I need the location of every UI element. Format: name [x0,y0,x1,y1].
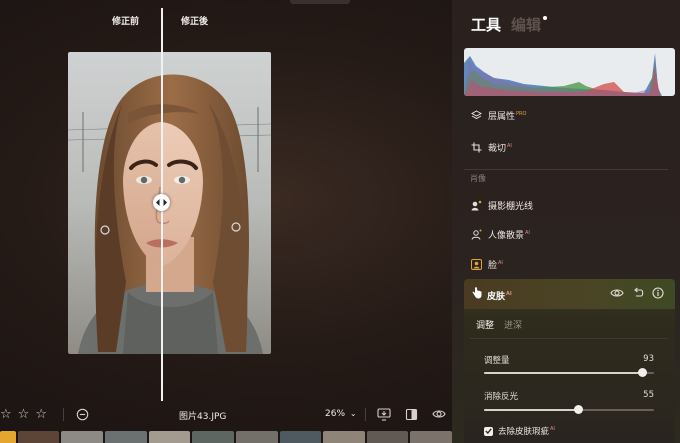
star-icon[interactable]: ☆ [18,407,30,422]
histogram [464,48,675,96]
menu-label: 摄影棚光线 [488,202,534,212]
reset-button[interactable] [633,287,644,302]
star-icon[interactable]: ☆ [35,407,47,422]
compare-split-handle[interactable] [153,194,170,211]
preview-button[interactable] [432,408,446,420]
ai-badge: AI [525,230,530,236]
monitor-export-icon [377,408,391,421]
hand-icon [472,287,482,302]
split-view-icon [405,408,418,421]
ai-badge: AI [507,143,512,149]
menu-label: 层属性PRO [488,111,527,122]
ai-badge: AI [550,426,555,432]
split-arrows-icon [156,199,167,206]
filmstrip-thumb[interactable] [235,431,278,443]
slider-fill [484,409,578,411]
star-icon[interactable]: ☆ [0,407,12,422]
eye-icon [610,289,624,297]
section-divider [464,169,668,170]
zoom-dropdown[interactable]: 26% ⌄ [325,409,357,419]
menu-label: 人像散景AI [488,230,530,241]
checkbox-label: 去除皮肤瑕疵AI [498,426,555,437]
slider-fill [484,372,643,374]
filmstrip-thumb[interactable] [323,431,365,443]
rating-stars[interactable]: ☆ ☆ ☆ [0,407,47,422]
menu-label: 裁切AI [488,143,512,154]
before-label: 修正前 [112,17,140,27]
export-button[interactable] [377,408,391,421]
filmstrip-thumb[interactable] [61,431,104,443]
checkmark-icon [485,428,492,434]
menu-layer-properties[interactable]: 层属性PRO [470,109,526,122]
checkbox[interactable] [484,426,493,436]
toolbar-divider [63,408,64,421]
portrait-bokeh-icon [470,229,482,241]
tab-tools[interactable]: 工具 [471,14,501,35]
chevron-down-icon: ⌄ [349,409,357,418]
filmstrip-thumb[interactable] [279,431,322,443]
pro-badge: PRO [516,111,527,117]
info-button[interactable] [652,287,664,302]
menu-studio-light[interactable]: 摄影棚光线 [470,199,533,212]
eye-icon [432,410,446,418]
slider-amount[interactable] [484,368,654,377]
menu-label: 脸AI [488,260,503,271]
slider-reflection[interactable] [484,405,654,414]
remove-blemish-checkbox[interactable]: 去除皮肤瑕疵AI [484,425,555,437]
section-divider [470,338,668,339]
histogram-graph [464,53,662,96]
tab-advanced[interactable]: 进深 [504,318,522,331]
toolbar-divider [365,408,366,421]
filmstrip-thumb[interactable] [366,431,409,443]
filmstrip[interactable] [0,431,452,443]
slider-amount-label: 调整量 [484,356,510,366]
skin-title: 皮肤AI [487,291,512,302]
slider-amount-value: 93 [643,354,654,364]
menu-face[interactable]: 脸AI [470,258,503,271]
filmstrip-thumb[interactable] [105,431,147,443]
reject-button[interactable] [76,408,89,421]
crop-icon [470,142,482,154]
after-label: 修正後 [181,17,209,27]
compare-view-button[interactable] [405,408,418,421]
tab-edit[interactable]: 编辑 [511,14,541,35]
toggle-visibility-button[interactable] [610,287,624,302]
filmstrip-thumb[interactable] [410,431,452,443]
filmstrip-thumb[interactable] [148,431,191,443]
undo-icon [634,287,644,297]
slider-knob[interactable] [573,405,583,414]
layers-icon [470,110,482,122]
top-tab-stub[interactable] [290,0,350,4]
menu-portrait-bokeh[interactable]: 人像散景AI [470,228,530,241]
filename-label: 图片43.JPG [179,412,227,422]
studio-light-icon [470,200,482,212]
filmstrip-thumb[interactable] [0,431,16,443]
section-title-portrait: 肖像 [470,174,486,183]
ai-badge: AI [498,260,503,266]
filmstrip-thumb[interactable] [17,431,60,443]
tab-adjust[interactable]: 调整 [476,318,494,331]
slider-reflection-label: 消除反光 [484,392,519,402]
slider-reflection-value: 55 [643,390,654,400]
tab-notification-dot [543,16,547,20]
face-icon [470,259,482,271]
reject-circle-icon [76,408,89,421]
info-icon [652,287,664,299]
ai-badge: AI [506,291,512,297]
zoom-value: 26% [325,409,346,419]
filmstrip-thumb[interactable] [192,431,234,443]
menu-crop[interactable]: 裁切AI [470,141,512,154]
